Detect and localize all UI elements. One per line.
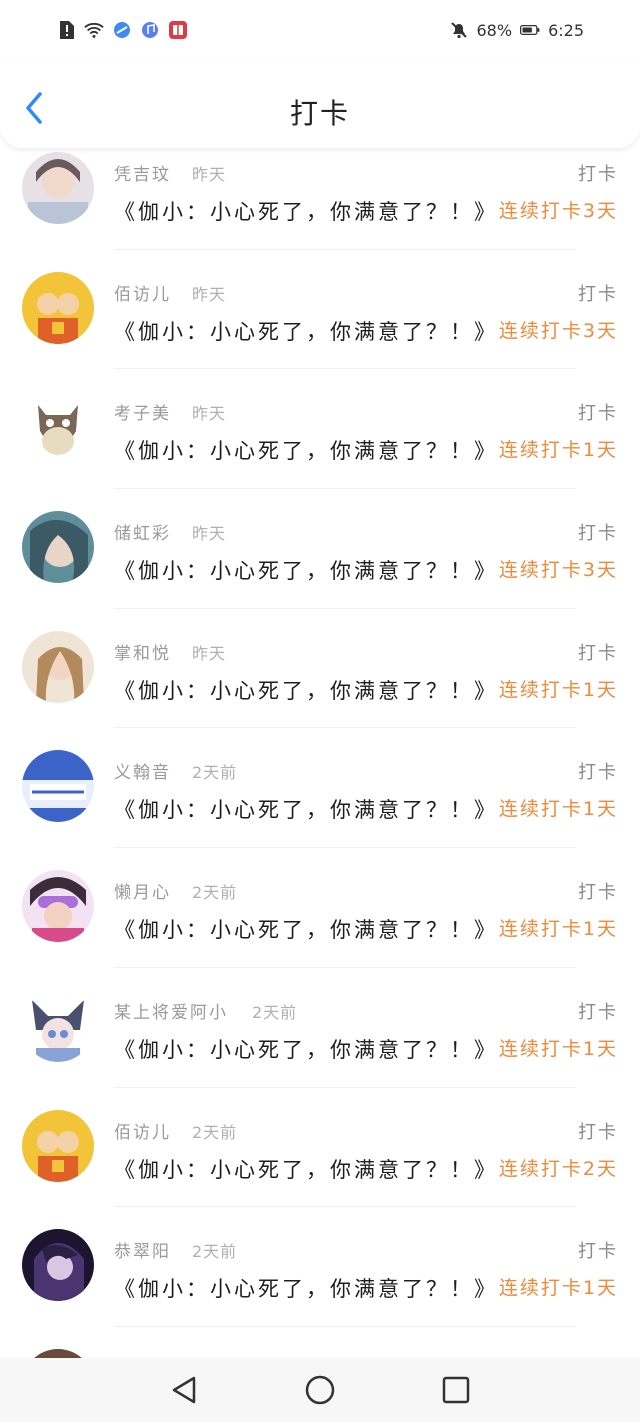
quote-text: 《伽小：小心死了，你满意了？！》 bbox=[114, 439, 498, 464]
time-label: 2天前 bbox=[192, 763, 238, 783]
page-title: 打卡 bbox=[289, 97, 350, 130]
quote-text: 《伽小：小心死了，你满意了？！》 bbox=[114, 1157, 498, 1182]
quote-text: 《伽小：小心死了，你满意了？！》 bbox=[114, 1037, 498, 1062]
avatar[interactable] bbox=[22, 391, 94, 464]
header: 打卡 bbox=[0, 64, 640, 148]
quote-text: 《伽小：小心死了，你满意了？！》 bbox=[114, 918, 498, 943]
user-name: 佰访儿 bbox=[114, 284, 171, 305]
checkin-list: 凭吉玟 昨天 打卡 《伽小：小心死了，你满意了？！》 连续打卡3天 佰访儿 昨天… bbox=[0, 130, 640, 1358]
system-nav-bar bbox=[0, 1358, 640, 1422]
avatar[interactable] bbox=[22, 630, 94, 703]
clock: 6:25 bbox=[548, 20, 584, 40]
avatar[interactable] bbox=[22, 1348, 94, 1358]
quote-text: 《伽小：小心死了，你满意了？！》 bbox=[114, 200, 498, 224]
list-item[interactable]: 懒月心 2天前 打卡 《伽小：小心死了，你满意了？！》 连续打卡1天 bbox=[0, 848, 640, 968]
checkin-tag: 打卡 bbox=[578, 882, 618, 904]
avatar[interactable] bbox=[22, 750, 94, 823]
triangle-back-icon bbox=[172, 1376, 196, 1404]
wifi-icon bbox=[84, 20, 104, 40]
checkin-tag: 打卡 bbox=[578, 762, 618, 784]
user-name: 佰访儿 bbox=[114, 1122, 171, 1143]
checkin-tag: 打卡 bbox=[578, 403, 618, 425]
checkin-tag: 打卡 bbox=[578, 642, 618, 664]
user-name: 考子美 bbox=[114, 404, 171, 425]
nav-home-button[interactable] bbox=[304, 1374, 336, 1406]
list-item[interactable]: 掌和悦 昨天 打卡 《伽小：小心死了，你满意了？！》 连续打卡1天 bbox=[0, 609, 640, 729]
quote-text: 《伽小：小心死了，你满意了？！》 bbox=[114, 678, 498, 703]
list-item[interactable]: 佰访儿 昨天 打卡 《伽小：小心死了，你满意了？！》 连续打卡3天 bbox=[0, 250, 640, 370]
user-name: 恭翠阳 bbox=[114, 1242, 171, 1263]
user-name: 义翰音 bbox=[114, 763, 171, 784]
time-label: 昨天 bbox=[192, 165, 227, 184]
streak-label: 连续打卡1天 bbox=[498, 798, 618, 821]
streak-label: 连续打卡2天 bbox=[498, 1157, 618, 1180]
streak-label: 连续打卡1天 bbox=[498, 1277, 618, 1300]
list-item[interactable]: 储虹彩 昨天 打卡 《伽小：小心死了，你满意了？！》 连续打卡3天 bbox=[0, 489, 640, 609]
time-label: 昨天 bbox=[192, 284, 227, 304]
avatar[interactable] bbox=[22, 989, 94, 1062]
checkin-tag: 打卡 bbox=[578, 1121, 618, 1143]
streak-label: 连续打卡1天 bbox=[498, 678, 618, 701]
streak-label: 连续打卡3天 bbox=[498, 559, 618, 582]
user-name: 懒月心 bbox=[114, 883, 171, 904]
square-recents-icon bbox=[442, 1376, 470, 1404]
checkin-tag: 打卡 bbox=[578, 283, 618, 305]
circle-home-icon bbox=[305, 1375, 335, 1405]
checkin-tag: 打卡 bbox=[578, 164, 618, 185]
avatar[interactable] bbox=[22, 271, 94, 344]
avatar[interactable] bbox=[22, 870, 94, 943]
user-name: 某上将爱阿小 bbox=[114, 1002, 228, 1023]
quote-text: 《伽小：小心死了，你满意了？！》 bbox=[114, 798, 498, 823]
reader-app-icon bbox=[168, 20, 188, 40]
time-label: 昨天 bbox=[192, 404, 227, 424]
browser-app-icon bbox=[112, 20, 132, 40]
streak-label: 连续打卡1天 bbox=[498, 1037, 618, 1060]
streak-label: 连续打卡3天 bbox=[498, 200, 618, 222]
user-name: 凭吉玟 bbox=[114, 165, 171, 185]
list-item[interactable]: 义翰音 2天前 打卡 《伽小：小心死了，你满意了？！》 连续打卡1天 bbox=[0, 728, 640, 849]
time-label: 昨天 bbox=[192, 643, 227, 663]
quote-text: 《伽小：小心死了，你满意了？！》 bbox=[114, 559, 498, 584]
nav-back-button[interactable] bbox=[168, 1374, 200, 1406]
avatar[interactable] bbox=[22, 511, 94, 584]
checkin-tag: 打卡 bbox=[578, 1001, 618, 1023]
time-label: 2天前 bbox=[192, 1242, 238, 1262]
streak-label: 连续打卡1天 bbox=[498, 918, 618, 941]
list-item[interactable]: 考子美 昨天 打卡 《伽小：小心死了，你满意了？！》 连续打卡1天 bbox=[0, 369, 640, 490]
checkin-tag: 打卡 bbox=[578, 1241, 618, 1263]
list-item[interactable]: 佰访儿 2天前 打卡 《伽小：小心死了，你满意了？！》 连续打卡2天 bbox=[0, 1088, 640, 1208]
quote-text: 《伽小：小心死了，你满意了？！》 bbox=[114, 1277, 498, 1302]
list-item[interactable]: 恭翠阳 2天前 打卡 《伽小：小心死了，你满意了？！》 连续打卡1天 bbox=[0, 1207, 640, 1327]
streak-label: 连续打卡3天 bbox=[498, 319, 618, 342]
time-label: 2天前 bbox=[252, 1002, 298, 1022]
alert-icon bbox=[56, 20, 76, 40]
battery-percent: 68% bbox=[476, 20, 513, 40]
checkin-tag: 打卡 bbox=[578, 523, 618, 545]
nav-recents-button[interactable] bbox=[440, 1374, 472, 1406]
status-bar-right: 68% 6:25 bbox=[449, 20, 584, 40]
user-name: 储虹彩 bbox=[114, 524, 171, 545]
mute-bell-icon bbox=[449, 20, 469, 40]
list-item-partial[interactable] bbox=[0, 1327, 640, 1358]
quote-text: 《伽小：小心死了，你满意了？！》 bbox=[114, 319, 498, 344]
list-item[interactable]: 某上将爱阿小 2天前 打卡 《伽小：小心死了，你满意了？！》 连续打卡1天 bbox=[0, 968, 640, 1088]
time-label: 昨天 bbox=[192, 524, 227, 544]
status-bar: 68% 6:25 bbox=[0, 0, 640, 64]
avatar[interactable] bbox=[22, 152, 94, 224]
music-app-icon bbox=[140, 20, 160, 40]
status-bar-left-icons bbox=[56, 20, 188, 40]
battery-icon bbox=[520, 20, 540, 40]
streak-label: 连续打卡1天 bbox=[498, 439, 618, 462]
avatar[interactable] bbox=[22, 1229, 94, 1302]
avatar[interactable] bbox=[22, 1109, 94, 1182]
time-label: 2天前 bbox=[192, 1122, 238, 1142]
time-label: 2天前 bbox=[192, 883, 238, 903]
user-name: 掌和悦 bbox=[114, 643, 171, 664]
